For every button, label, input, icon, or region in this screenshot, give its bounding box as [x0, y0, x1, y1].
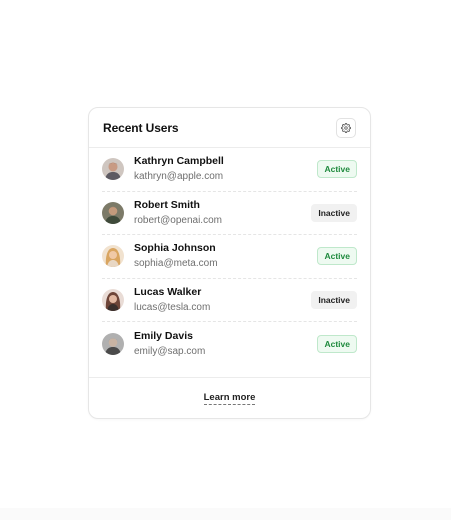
user-name: Emily Davis — [134, 329, 193, 342]
gear-icon — [341, 122, 351, 133]
user-email: robert@openai.com — [134, 214, 222, 226]
user-name: Sophia Johnson — [134, 242, 216, 255]
status-badge: Active — [317, 334, 357, 353]
user-row[interactable]: Robert Smith robert@openai.com Inactive — [102, 192, 357, 235]
user-email: kathryn@apple.com — [134, 171, 224, 183]
user-email: sophia@meta.com — [134, 258, 218, 270]
avatar — [102, 332, 124, 355]
user-name: Robert Smith — [134, 198, 200, 211]
recent-users-card: Recent Users Kathryn Campbell kathryn@ap… — [88, 107, 371, 419]
user-email: emily@sap.com — [134, 345, 206, 357]
user-row[interactable]: Lucas Walker lucas@tesla.com Inactive — [102, 279, 357, 322]
user-list: Kathryn Campbell kathryn@apple.com Activ… — [89, 148, 370, 366]
user-email: lucas@tesla.com — [134, 301, 211, 313]
avatar — [102, 201, 124, 224]
learn-more-link[interactable]: Learn more — [203, 392, 256, 405]
bottom-strip — [0, 508, 451, 520]
avatar — [102, 288, 124, 311]
card-footer: Learn more — [89, 377, 370, 418]
status-badge: Active — [317, 247, 357, 266]
avatar — [102, 158, 124, 181]
user-row[interactable]: Sophia Johnson sophia@meta.com Active — [102, 235, 357, 279]
avatar — [102, 245, 124, 268]
status-badge: Inactive — [311, 203, 357, 222]
user-name: Lucas Walker — [134, 285, 202, 298]
user-row[interactable]: Emily Davis emily@sap.com Active — [102, 322, 357, 366]
status-badge: Inactive — [311, 290, 357, 309]
card-header: Recent Users — [89, 108, 370, 148]
user-row[interactable]: Kathryn Campbell kathryn@apple.com Activ… — [102, 148, 357, 192]
card-title: Recent Users — [103, 120, 179, 135]
status-badge: Active — [317, 160, 357, 179]
settings-button[interactable] — [336, 117, 356, 138]
user-name: Kathryn Campbell — [134, 155, 224, 168]
